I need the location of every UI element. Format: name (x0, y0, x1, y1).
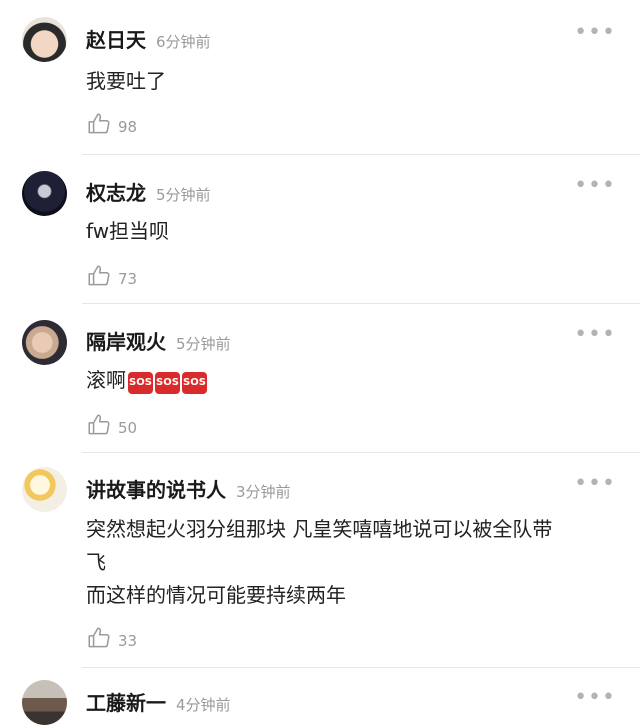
more-dots-icon[interactable]: ••• (574, 22, 616, 44)
username[interactable]: 讲故事的说书人 (86, 474, 226, 503)
comment-text-line: 而这样的情况可能要持续两年 (86, 583, 346, 607)
thumbs-up-icon (88, 265, 110, 286)
more-dots-icon[interactable]: ••• (574, 175, 616, 197)
comment-item: 工藤新一 4分钟前 ••• (0, 668, 640, 725)
comment-text-line: 飞 (86, 550, 106, 574)
thumbs-up-icon (88, 113, 110, 134)
timestamp: 5分钟前 (156, 186, 211, 204)
like-count: 33 (118, 632, 138, 650)
comment-item: 讲故事的说书人 3分钟前 ••• 突然想起火羽分组那块 凡皇笑嘻嘻地说可以被全队… (0, 453, 640, 668)
like-count: 73 (118, 270, 138, 288)
username[interactable]: 工藤新一 (86, 687, 166, 716)
comment-item: 隔岸观火 5分钟前 ••• 滚啊 SOS SOS SOS 50 (0, 304, 640, 453)
username[interactable]: 赵日天 (86, 24, 146, 53)
like-button[interactable]: 33 (86, 625, 137, 651)
comment-text: 突然想起火羽分组那块 凡皇笑嘻嘻地说可以被全队带 飞 而这样的情况可能要持续两年 (86, 513, 616, 612)
comment-item: 权志龙 5分钟前 ••• fw担当呗 73 (0, 155, 640, 304)
more-dots-icon[interactable]: ••• (574, 687, 616, 709)
thumbs-up-icon (88, 627, 110, 648)
timestamp: 5分钟前 (176, 335, 231, 353)
like-count: 98 (118, 118, 138, 136)
timestamp: 6分钟前 (156, 33, 211, 51)
comment-text: 滚啊 SOS SOS SOS (86, 364, 616, 397)
thumbs-up-icon (88, 414, 110, 435)
like-button[interactable]: 50 (86, 412, 137, 438)
comment-text-line: 突然想起火羽分组那块 凡皇笑嘻嘻地说可以被全队带 (86, 517, 553, 541)
avatar[interactable] (22, 171, 67, 216)
more-dots-icon[interactable]: ••• (574, 324, 616, 346)
timestamp: 3分钟前 (236, 483, 291, 501)
sos-emoji: SOS (155, 372, 180, 394)
more-dots-icon[interactable]: ••• (574, 473, 616, 495)
like-button[interactable]: 98 (86, 111, 137, 137)
avatar[interactable] (22, 467, 67, 512)
comment-text: fw担当呗 (86, 219, 170, 243)
like-button[interactable]: 73 (86, 263, 137, 289)
comment-text-body: 滚啊 (86, 368, 126, 392)
username[interactable]: 权志龙 (86, 177, 146, 206)
comment-text: 我要吐了 (86, 69, 166, 93)
username[interactable]: 隔岸观火 (86, 326, 166, 355)
avatar[interactable] (22, 680, 67, 725)
avatar[interactable] (22, 17, 67, 62)
sos-emoji: SOS (182, 372, 207, 394)
comment-item: 赵日天 6分钟前 ••• 我要吐了 98 (0, 0, 640, 155)
timestamp: 4分钟前 (176, 696, 231, 714)
like-count: 50 (118, 419, 138, 437)
avatar[interactable] (22, 320, 67, 365)
sos-emoji: SOS (128, 372, 153, 394)
